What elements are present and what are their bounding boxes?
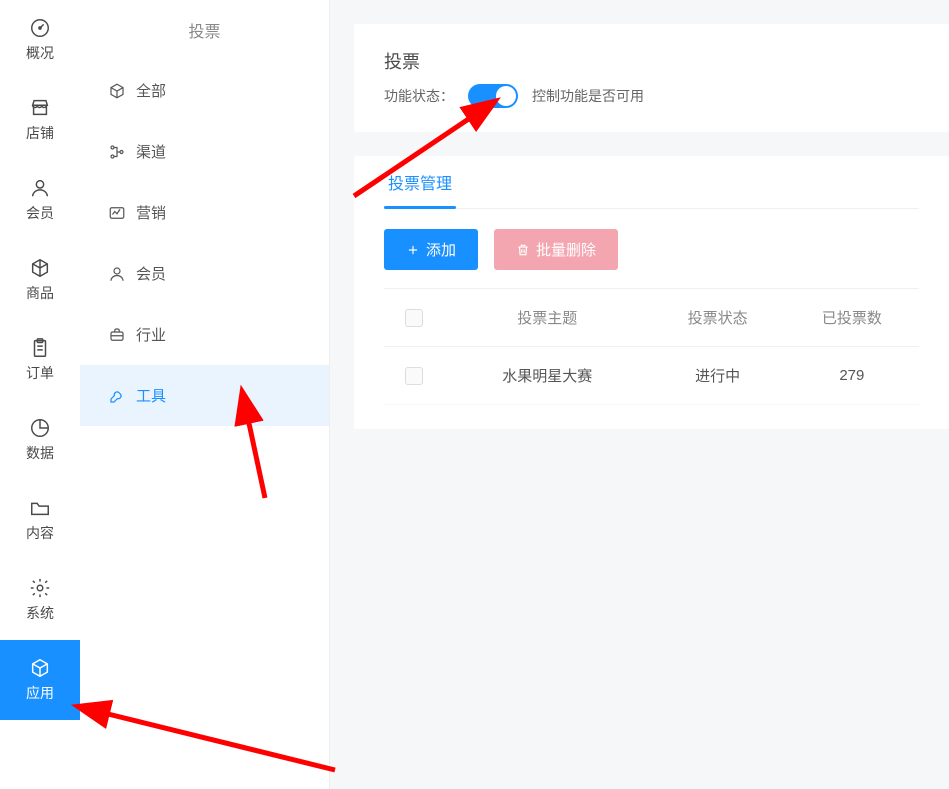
sidebar-secondary-title: 投票 [80,0,329,60]
nav-label: 数据 [26,443,54,463]
row-status: 进行中 [651,365,785,386]
nav-overview[interactable]: 概况 [0,0,80,80]
table-header: 投票主题 投票状态 已投票数 [384,288,919,347]
plus-icon [406,243,420,257]
sub-label: 会员 [136,263,166,284]
feature-status-row: 功能状态： 控制功能是否可用 [384,84,919,108]
feature-toggle[interactable] [468,84,518,108]
tab-label: 投票管理 [388,176,452,193]
sidebar-primary: 概况 店铺 会员 商品 订单 数据 内容 系统 [0,0,80,789]
nav-product[interactable]: 商品 [0,240,80,320]
feature-status-label: 功能状态： [384,86,454,106]
sub-all[interactable]: 全部 [80,60,329,121]
nav-content[interactable]: 内容 [0,480,80,560]
cube-icon [29,657,51,679]
add-button-label: 添加 [426,239,456,260]
user-icon [108,265,126,283]
row-checkbox[interactable] [405,367,423,385]
manage-card: 投票管理 添加 批量删除 投票主题 投票状态 已投票数 [354,156,949,429]
sub-tool[interactable]: 工具 [80,365,329,426]
sub-label: 营销 [136,202,166,223]
sub-label: 全部 [136,80,166,101]
nav-label: 订单 [26,363,54,383]
user-icon [29,177,51,199]
sidebar-secondary: 投票 全部 渠道 营销 会员 行业 工具 [80,0,330,789]
gear-icon [29,577,51,599]
bulk-delete-label: 批量删除 [536,239,596,260]
feature-hint: 控制功能是否可用 [532,86,644,106]
add-button[interactable]: 添加 [384,229,478,270]
row-count: 279 [785,367,919,384]
sub-industry[interactable]: 行业 [80,304,329,365]
nav-data[interactable]: 数据 [0,400,80,480]
clipboard-icon [29,337,51,359]
row-subject: 水果明星大赛 [444,365,651,386]
tabs: 投票管理 [384,156,919,209]
sub-member[interactable]: 会员 [80,243,329,304]
nav-label: 商品 [26,283,54,303]
sub-channel[interactable]: 渠道 [80,121,329,182]
button-row: 添加 批量删除 [384,229,919,270]
nav-label: 概况 [26,43,54,63]
col-subject: 投票主题 [444,307,651,328]
bulk-delete-button[interactable]: 批量删除 [494,229,618,270]
sub-label: 渠道 [136,141,166,162]
tab-vote-manage[interactable]: 投票管理 [384,156,456,208]
feature-card: 投票 功能状态： 控制功能是否可用 [354,24,949,132]
trash-icon [516,243,530,257]
sub-marketing[interactable]: 营销 [80,182,329,243]
col-status: 投票状态 [651,307,785,328]
chart-icon [108,204,126,222]
col-count: 已投票数 [785,307,919,328]
folder-icon [29,497,51,519]
table-row[interactable]: 水果明星大赛 进行中 279 [384,347,919,405]
piechart-icon [29,417,51,439]
wrench-icon [108,387,126,405]
sub-label: 行业 [136,324,166,345]
select-all-checkbox[interactable] [405,309,423,327]
nav-label: 应用 [26,683,54,703]
nav-member[interactable]: 会员 [0,160,80,240]
nav-label: 店铺 [26,123,54,143]
content-area: 投票 功能状态： 控制功能是否可用 投票管理 添加 批量删除 [330,0,949,789]
nav-label: 系统 [26,603,54,623]
nav-system[interactable]: 系统 [0,560,80,640]
page-title: 投票 [384,48,919,74]
store-icon [29,97,51,119]
nav-label: 内容 [26,523,54,543]
vote-table: 投票主题 投票状态 已投票数 水果明星大赛 进行中 279 [384,288,919,405]
nav-app[interactable]: 应用 [0,640,80,720]
gauge-icon [29,17,51,39]
nodes-icon [108,143,126,161]
briefcase-icon [108,326,126,344]
nav-shop[interactable]: 店铺 [0,80,80,160]
nav-order[interactable]: 订单 [0,320,80,400]
cube-icon [108,82,126,100]
sub-label: 工具 [136,385,166,406]
nav-label: 会员 [26,203,54,223]
cube-icon [29,257,51,279]
